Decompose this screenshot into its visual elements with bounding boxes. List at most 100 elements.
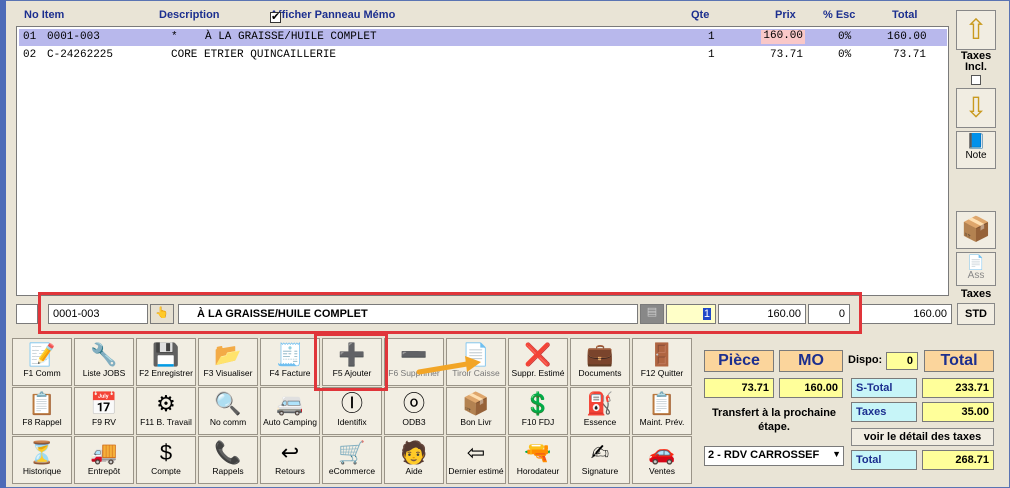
taxes-incl-checkbox[interactable]: [971, 75, 981, 85]
reminder-button[interactable]: 📋 F8 Rappel: [12, 387, 72, 435]
toolbar-label: Essence: [583, 417, 617, 427]
note-label: Note: [965, 150, 987, 161]
appointment-button[interactable]: 📅 F9 RV: [74, 387, 134, 435]
arrow-up-icon: ⇧: [964, 14, 988, 45]
calls-button[interactable]: 📞 Rappels: [198, 436, 258, 484]
chevron-down-icon: ▼: [832, 449, 841, 459]
ass-label: Ass: [967, 270, 985, 281]
help-button[interactable]: 🧑 Aide: [384, 436, 444, 484]
table-row[interactable]: 01 0001-003 * À LA GRAISSE/HUILE COMPLET…: [19, 29, 947, 46]
row-desc: À LA GRAISSE/HUILE COMPLET: [205, 31, 377, 43]
piece-label: Pièce: [704, 350, 774, 372]
last-estimate-button[interactable]: ⇦ Dernier estimé: [446, 436, 506, 484]
toolbar-label: No comm: [209, 417, 247, 427]
toolbar-label: F8 Rappel: [22, 417, 62, 427]
toolbar-label: Maint. Prév.: [639, 417, 685, 427]
stotal-value: 233.71: [922, 378, 994, 398]
piece-value: 73.71: [704, 378, 774, 398]
fuel-button[interactable]: ⛽ Essence: [570, 387, 630, 435]
row-item: C-24262225: [47, 49, 114, 61]
fuel-pump-icon: ⛽: [586, 391, 614, 416]
sales-button[interactable]: 🚗 Ventes: [632, 436, 692, 484]
row-qte: 1: [708, 31, 715, 43]
fdj-button[interactable]: 💲 F10 FDJ: [508, 387, 568, 435]
toolbar-label: Entrepôt: [87, 466, 121, 476]
items-list[interactable]: 01 0001-003 * À LA GRAISSE/HUILE COMPLET…: [16, 26, 949, 296]
download-icon: 📦: [462, 391, 490, 416]
returns-button[interactable]: ↩ Retours: [260, 436, 320, 484]
toolbar-label: Signature: [581, 466, 619, 476]
blank-field[interactable]: [16, 304, 38, 324]
person-icon: 🧑: [400, 440, 428, 465]
memo-toggle[interactable]: Afficher Panneau Mémo: [270, 9, 395, 23]
row-item: 0001-003: [47, 31, 100, 43]
toolbar-label: Ventes: [649, 466, 675, 476]
grand-total-label: Total: [851, 450, 917, 470]
history-button[interactable]: ⏳ Historique: [12, 436, 72, 484]
table-row[interactable]: 02 C-24262225 CORE ETRIER QUINCAILLERIE …: [19, 47, 947, 64]
briefcase-icon: 💼: [586, 342, 614, 367]
col-description: Description: [159, 9, 220, 21]
view-button[interactable]: 📂 F3 Visualiser: [198, 338, 258, 386]
quit-button[interactable]: 🚪 F12 Quitter: [632, 338, 692, 386]
warehouse-button[interactable]: 🚚 Entrepôt: [74, 436, 134, 484]
work-order-button[interactable]: ⚙ F11 B. Travail: [136, 387, 196, 435]
step-select[interactable]: 2 - RDV CARROSSEF ▼: [704, 446, 844, 466]
account-button[interactable]: $ Compte: [136, 436, 196, 484]
row-prix: 160.00: [761, 30, 805, 44]
documents-button[interactable]: 💼 Documents: [570, 338, 630, 386]
floppy-icon: 💾: [152, 342, 180, 367]
tax-detail-button[interactable]: voir le détail des taxes: [851, 428, 994, 446]
identifix-button[interactable]: Ⓘ Identifix: [322, 387, 382, 435]
cart-icon: 🛒: [338, 440, 366, 465]
row-total: 160.00: [887, 31, 927, 43]
list-header: No Item Description Afficher Panneau Mém…: [14, 6, 952, 26]
toolbar-label: Auto Camping: [263, 417, 317, 427]
delete-estimate-button[interactable]: ❌ Suppr. Estimé: [508, 338, 568, 386]
toolbar-label: F9 RV: [92, 417, 116, 427]
toolbar-label: F11 B. Travail: [140, 417, 192, 427]
memo-checkbox[interactable]: [270, 10, 281, 23]
comm-button[interactable]: 📝 F1 Comm: [12, 338, 72, 386]
delivery-button[interactable]: 📦 Bon Livr: [446, 387, 506, 435]
dispo-value: 0: [886, 352, 918, 370]
time-clock-button[interactable]: 🔫 Horodateur: [508, 436, 568, 484]
std-button[interactable]: STD: [957, 303, 995, 325]
total-field: 160.00: [860, 304, 952, 324]
row-esc: 0%: [838, 49, 852, 61]
mo-label: MO: [779, 350, 843, 372]
save-button[interactable]: 💾 F2 Enregistrer: [136, 338, 196, 386]
row-prix: 73.71: [770, 49, 804, 61]
col-total: Total: [892, 9, 918, 21]
no-comm-button[interactable]: 🔍 No comm: [198, 387, 258, 435]
ecommerce-button[interactable]: 🛒 eCommerce: [322, 436, 382, 484]
move-down-button[interactable]: ⇩: [956, 88, 996, 128]
truck-icon: 🚚: [90, 440, 118, 465]
signature-button[interactable]: ✍ Signature: [570, 436, 630, 484]
note-button[interactable]: 📘 Note: [956, 131, 996, 169]
odb3-button[interactable]: ⓞ ODB3: [384, 387, 444, 435]
arrow-down-icon: ⇩: [964, 92, 988, 123]
note-icon: 📘: [966, 133, 986, 150]
dispo-label: Dispo:: [848, 354, 883, 366]
folder-icon: 📂: [214, 342, 242, 367]
maintenance-button[interactable]: 📋 Maint. Prév.: [632, 387, 692, 435]
package-button[interactable]: 📦: [956, 211, 996, 249]
calendar-icon: 📅: [90, 391, 118, 416]
camper-icon: 🚐: [276, 391, 304, 416]
scanner-icon: 🔫: [524, 440, 552, 465]
grand-total-value: 268.71: [922, 450, 994, 470]
auto-camping-button[interactable]: 🚐 Auto Camping: [260, 387, 320, 435]
invoice-button[interactable]: 🧾 F4 Facture: [260, 338, 320, 386]
window-border: [0, 0, 6, 488]
row-no: 02: [23, 49, 37, 61]
move-up-button[interactable]: ⇧: [956, 10, 996, 50]
ass-button[interactable]: 📄 Ass: [956, 252, 996, 286]
jobs-list-button[interactable]: 🔧 Liste JOBS: [74, 338, 134, 386]
toolbar-label: F2 Enregistrer: [139, 368, 193, 378]
pen-icon: ✍: [590, 440, 610, 465]
toolbar-label: ODB3: [402, 417, 426, 427]
col-no-item: No Item: [24, 9, 65, 21]
dollar-icon: $: [159, 440, 173, 465]
row-flag: *: [171, 31, 178, 43]
